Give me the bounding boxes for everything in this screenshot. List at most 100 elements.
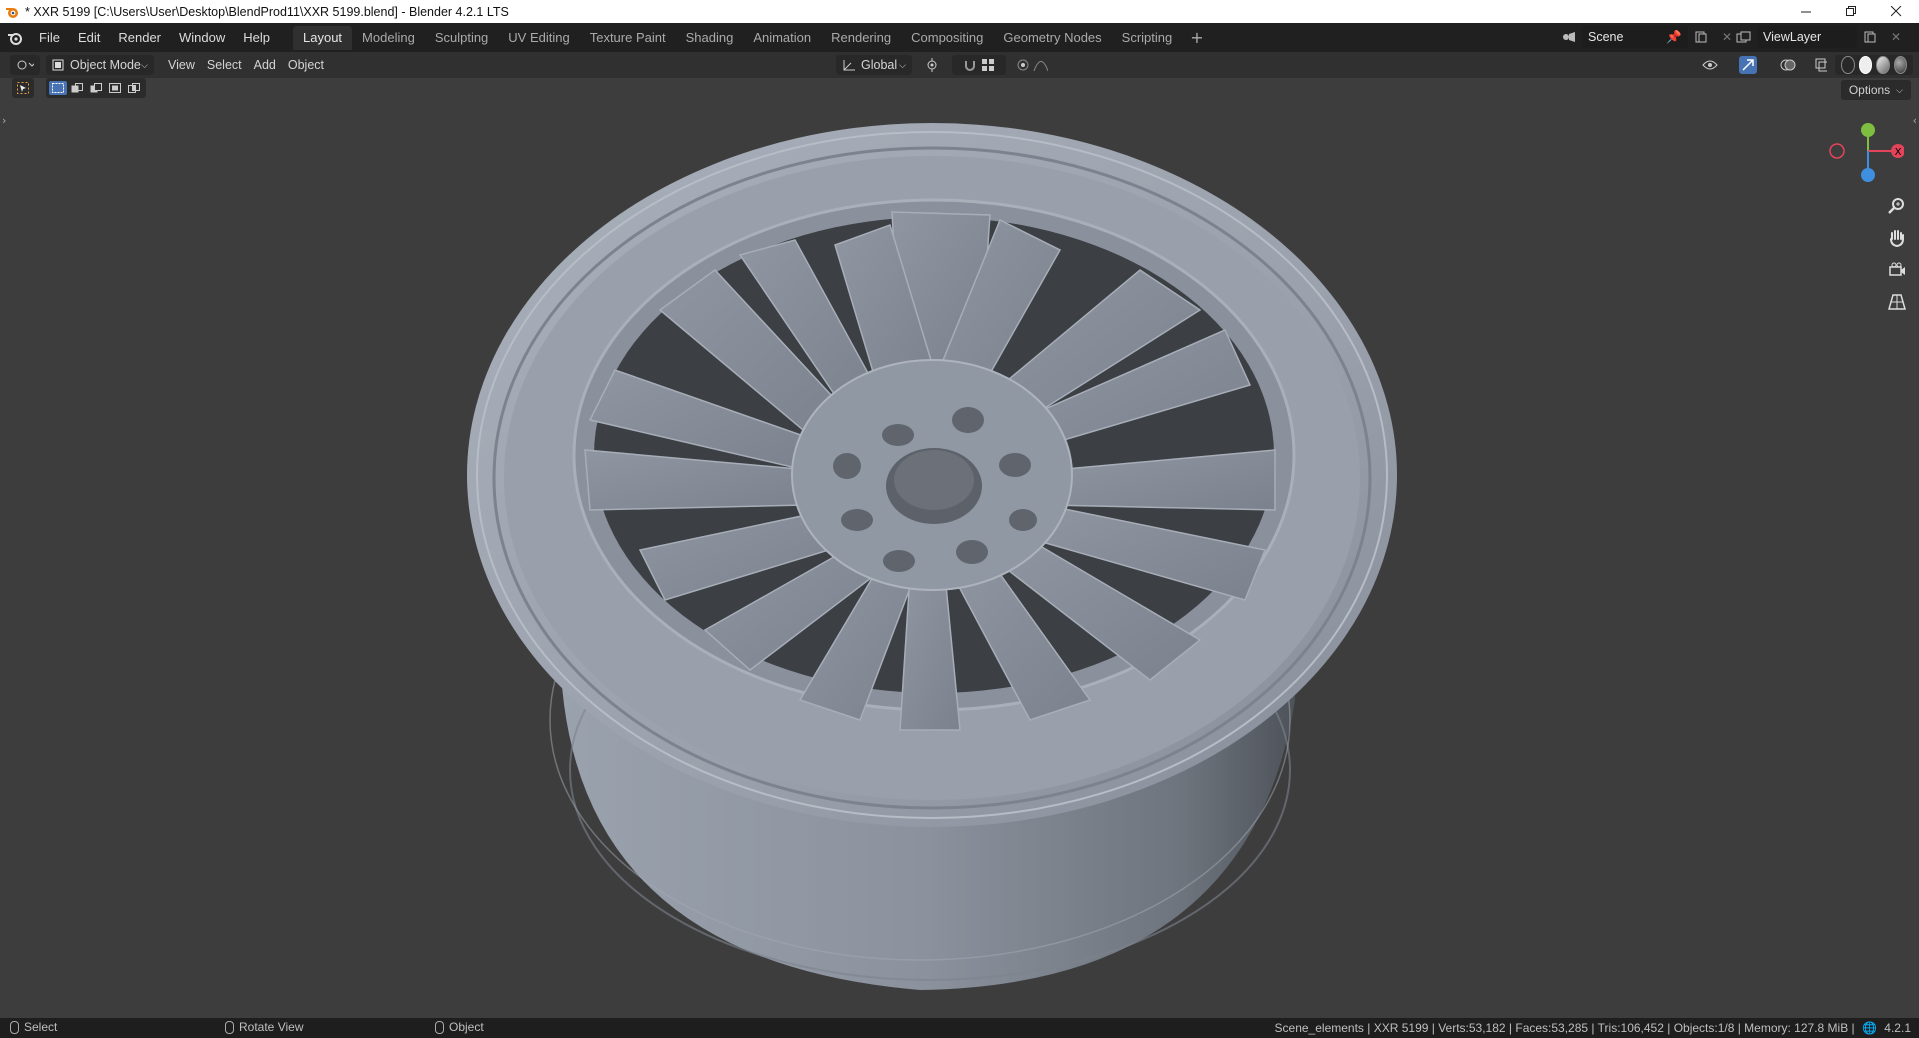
status-select-label: Select (24, 1020, 58, 1034)
menu-select[interactable]: Select (201, 55, 248, 75)
viewport-header: Object Mode ⌵ View Select Add Object Glo… (0, 52, 1919, 78)
tab-geometry-nodes[interactable]: Geometry Nodes (993, 27, 1111, 49)
view-layer-field[interactable]: ViewLayer (1757, 26, 1857, 48)
select-new-icon[interactable] (49, 81, 67, 95)
add-workspace-button[interactable]: + (1182, 28, 1211, 47)
menu-add[interactable]: Add (248, 55, 282, 75)
select-subtract-icon[interactable] (87, 81, 105, 95)
status-object-label: Object (449, 1020, 484, 1034)
select-tool-button[interactable] (12, 78, 34, 98)
gizmo-toggle[interactable] (1729, 55, 1767, 75)
proportional-edit-button[interactable] (1010, 55, 1054, 75)
tab-shading[interactable]: Shading (676, 27, 744, 49)
eye-icon (1702, 60, 1718, 70)
xray-icon (1815, 58, 1827, 72)
wireframe-shading-icon[interactable] (1841, 56, 1855, 74)
tab-sculpting[interactable]: Sculpting (425, 27, 498, 49)
blender-icon (8, 32, 22, 45)
mode-dropdown[interactable]: Object Mode ⌵ (46, 55, 154, 75)
menu-view[interactable]: View (162, 55, 201, 75)
globe-icon: 🌐 (1862, 1021, 1877, 1035)
sidebar-expand-arrow[interactable]: ‹ (1913, 114, 1917, 127)
chevron-down-icon: ⌵ (899, 59, 906, 70)
tab-uv-editing[interactable]: UV Editing (498, 27, 579, 49)
minimize-button[interactable] (1784, 0, 1829, 23)
restore-button[interactable] (1829, 0, 1874, 23)
object-mode-icon (52, 59, 64, 71)
close-icon (1891, 6, 1902, 17)
snap-button[interactable] (952, 55, 1006, 75)
mouse-right-icon (435, 1020, 444, 1034)
selection-mode-group (46, 78, 146, 98)
material-shading-icon[interactable] (1876, 56, 1890, 74)
close-button[interactable] (1874, 0, 1919, 23)
orientation-icon (843, 60, 855, 71)
navigation-gizmo[interactable]: X (1824, 115, 1904, 195)
editor-type-icon (17, 60, 34, 70)
menu-window[interactable]: Window (170, 27, 234, 49)
blender-logo-icon (3, 3, 21, 21)
select-intersect-icon[interactable] (125, 81, 143, 95)
select-extend-icon[interactable] (68, 81, 86, 95)
menu-file[interactable]: File (30, 27, 69, 49)
status-select: Select (10, 1020, 57, 1034)
tab-animation[interactable]: Animation (743, 27, 821, 49)
new-scene-icon[interactable] (1688, 26, 1714, 48)
gizmo-icon (1742, 59, 1754, 71)
menu-render[interactable]: Render (109, 27, 170, 49)
transform-orientation-dropdown[interactable]: Global ⌵ (836, 55, 912, 75)
neg-x-axis-handle (1829, 143, 1845, 159)
camera-view-icon[interactable] (1883, 257, 1911, 283)
toolbar-expand-arrow[interactable]: › (2, 114, 6, 127)
3d-viewport[interactable]: › ‹ (0, 78, 1919, 1018)
view-layer-selector: ViewLayer ✕ (1731, 26, 1909, 48)
tab-modeling[interactable]: Modeling (352, 27, 425, 49)
view-layer-name: ViewLayer (1763, 30, 1822, 44)
editor-type-button[interactable] (10, 55, 40, 75)
blender-topbar: File Edit Render Window Help Layout Mode… (0, 23, 1919, 52)
status-rotate-label: Rotate View (239, 1020, 304, 1034)
tab-layout[interactable]: Layout (293, 25, 353, 50)
x-axis-label: X (1895, 147, 1902, 158)
falloff-icon (1033, 61, 1048, 72)
menu-help[interactable]: Help (234, 27, 279, 49)
chevron-down-icon: ⌵ (141, 59, 148, 70)
tab-texture-paint[interactable]: Texture Paint (580, 27, 676, 49)
tab-compositing[interactable]: Compositing (901, 27, 993, 49)
chevron-down-icon: ⌵ (1896, 84, 1903, 95)
new-view-layer-icon[interactable] (1857, 26, 1883, 48)
visibility-dropdown[interactable] (1693, 55, 1727, 75)
select-invert-icon[interactable] (106, 81, 124, 95)
blender-menu-button[interactable] (0, 23, 30, 52)
xray-toggle[interactable] (1809, 55, 1833, 75)
z-axis-handle (1861, 168, 1875, 182)
tab-scripting[interactable]: Scripting (1112, 27, 1183, 49)
scene-statistics: Scene_elements | XXR 5199 | Verts:53,182… (1275, 1021, 1911, 1035)
snap-grid-icon (982, 59, 994, 71)
zoom-icon[interactable] (1883, 193, 1911, 219)
tab-rendering[interactable]: Rendering (821, 27, 901, 49)
pivot-point-button[interactable] (916, 55, 948, 75)
menu-object[interactable]: Object (282, 55, 330, 75)
view-layer-icon[interactable] (1731, 26, 1757, 48)
pin-icon[interactable]: 📌 (1666, 30, 1682, 45)
restore-icon (1846, 6, 1856, 16)
perspective-grid-icon[interactable] (1883, 289, 1911, 315)
options-dropdown[interactable]: Options ⌵ (1840, 80, 1911, 100)
wheel-model (467, 123, 1397, 990)
pan-hand-icon[interactable] (1883, 225, 1911, 251)
mouse-left-icon (10, 1020, 19, 1034)
scene-icon[interactable] (1556, 26, 1582, 48)
overlays-toggle[interactable] (1769, 55, 1807, 75)
minimize-icon (1801, 11, 1811, 13)
delete-view-layer-icon[interactable]: ✕ (1883, 26, 1909, 48)
status-bar: Select Rotate View Object Scene_elements… (0, 1018, 1919, 1038)
solid-shading-icon[interactable] (1858, 56, 1872, 74)
rendered-shading-icon[interactable] (1893, 56, 1907, 74)
menu-edit[interactable]: Edit (69, 27, 109, 49)
scene-name-field[interactable]: Scene 📌 (1582, 26, 1688, 48)
proportional-edit-icon (1017, 59, 1029, 71)
pivot-icon (927, 58, 937, 72)
status-rotate: Rotate View (225, 1020, 303, 1034)
options-label: Options (1848, 83, 1891, 97)
